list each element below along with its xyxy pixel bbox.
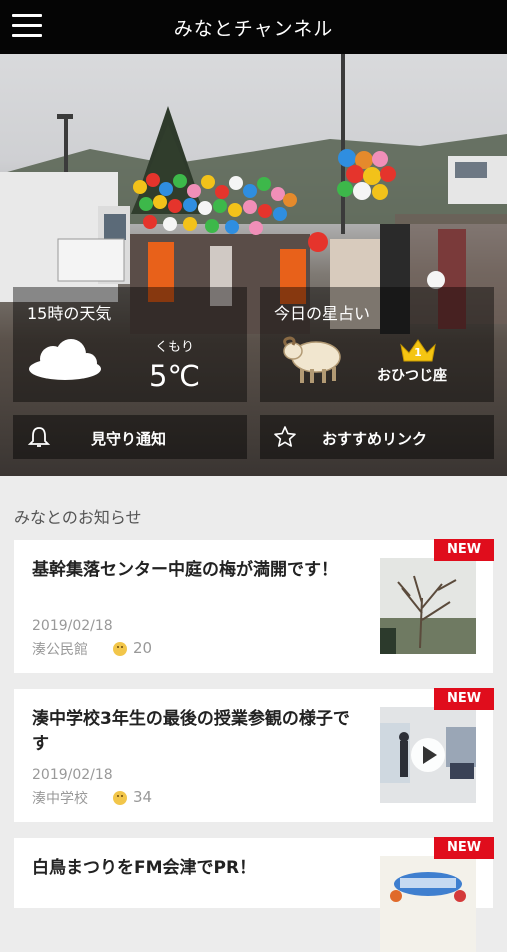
news-section-title: みなとのお知らせ <box>14 508 142 527</box>
news-title: 基幹集落センター中庭の梅が満開です！ <box>32 560 338 580</box>
new-badge: NEW <box>434 539 494 561</box>
news-thumbnail <box>380 856 476 952</box>
new-badge: NEW <box>434 837 494 859</box>
recommended-links-label: おすすめリンク <box>322 430 428 448</box>
news-title: 湊中学校3年生の最後の授業参観の様子です <box>32 709 350 754</box>
smile-icon <box>113 791 127 805</box>
news-title: 白鳥まつりをFM会津でPR！ <box>32 858 257 878</box>
sheep-icon <box>283 336 341 383</box>
news-source: 湊中学校 <box>32 791 88 807</box>
star-icon <box>274 426 296 447</box>
watch-notification-button[interactable]: 見守り通知 <box>13 415 247 459</box>
event-photo <box>0 54 507 334</box>
horoscope-label: 今日の星占い <box>274 304 371 323</box>
news-thumbnail[interactable] <box>380 707 476 803</box>
like-count: 34 <box>133 788 153 806</box>
weather-condition: くもり <box>155 340 195 355</box>
news-item[interactable]: 白鳥まつりをFM会津でPR！ NEW <box>14 837 494 952</box>
recommended-links-button[interactable]: おすすめリンク <box>260 415 494 459</box>
app-title: みなとチャンネル <box>173 18 334 40</box>
news-item[interactable]: 基幹集落センター中庭の梅が満開です！ 2019/02/18 湊公民館 20 NE… <box>14 539 494 673</box>
news-date: 2019/02/18 <box>32 618 113 634</box>
new-badge: NEW <box>434 688 494 710</box>
weather-card[interactable]: 15時の天気 くもり 5℃ <box>13 287 247 402</box>
watch-notification-label: 見守り通知 <box>91 430 167 448</box>
bell-icon <box>27 427 51 447</box>
app-header: みなとチャンネル <box>0 0 507 54</box>
news-thumbnail <box>380 558 476 654</box>
cloud-icon <box>29 339 101 380</box>
news-date: 2019/02/18 <box>32 767 113 783</box>
rank-number: 1 <box>414 346 422 359</box>
hero-photo: 15時の天気 くもり 5℃ 今日の星占い 1 おひつじ座 見守り通知 おすすめリ… <box>0 54 507 476</box>
weather-label: 15時の天気 <box>27 304 112 323</box>
like-count: 20 <box>133 639 153 657</box>
news-source: 湊公民館 <box>32 642 88 658</box>
crown-icon: 1 <box>398 337 438 363</box>
zodiac-sign: おひつじ座 <box>377 368 447 384</box>
horoscope-card[interactable]: 今日の星占い 1 おひつじ座 <box>260 287 494 402</box>
smile-icon <box>113 642 127 656</box>
news-item[interactable]: 湊中学校3年生の最後の授業参観の様子です 2019/02/18 湊中学校 34 … <box>14 688 494 822</box>
weather-temperature: 5℃ <box>149 359 201 393</box>
